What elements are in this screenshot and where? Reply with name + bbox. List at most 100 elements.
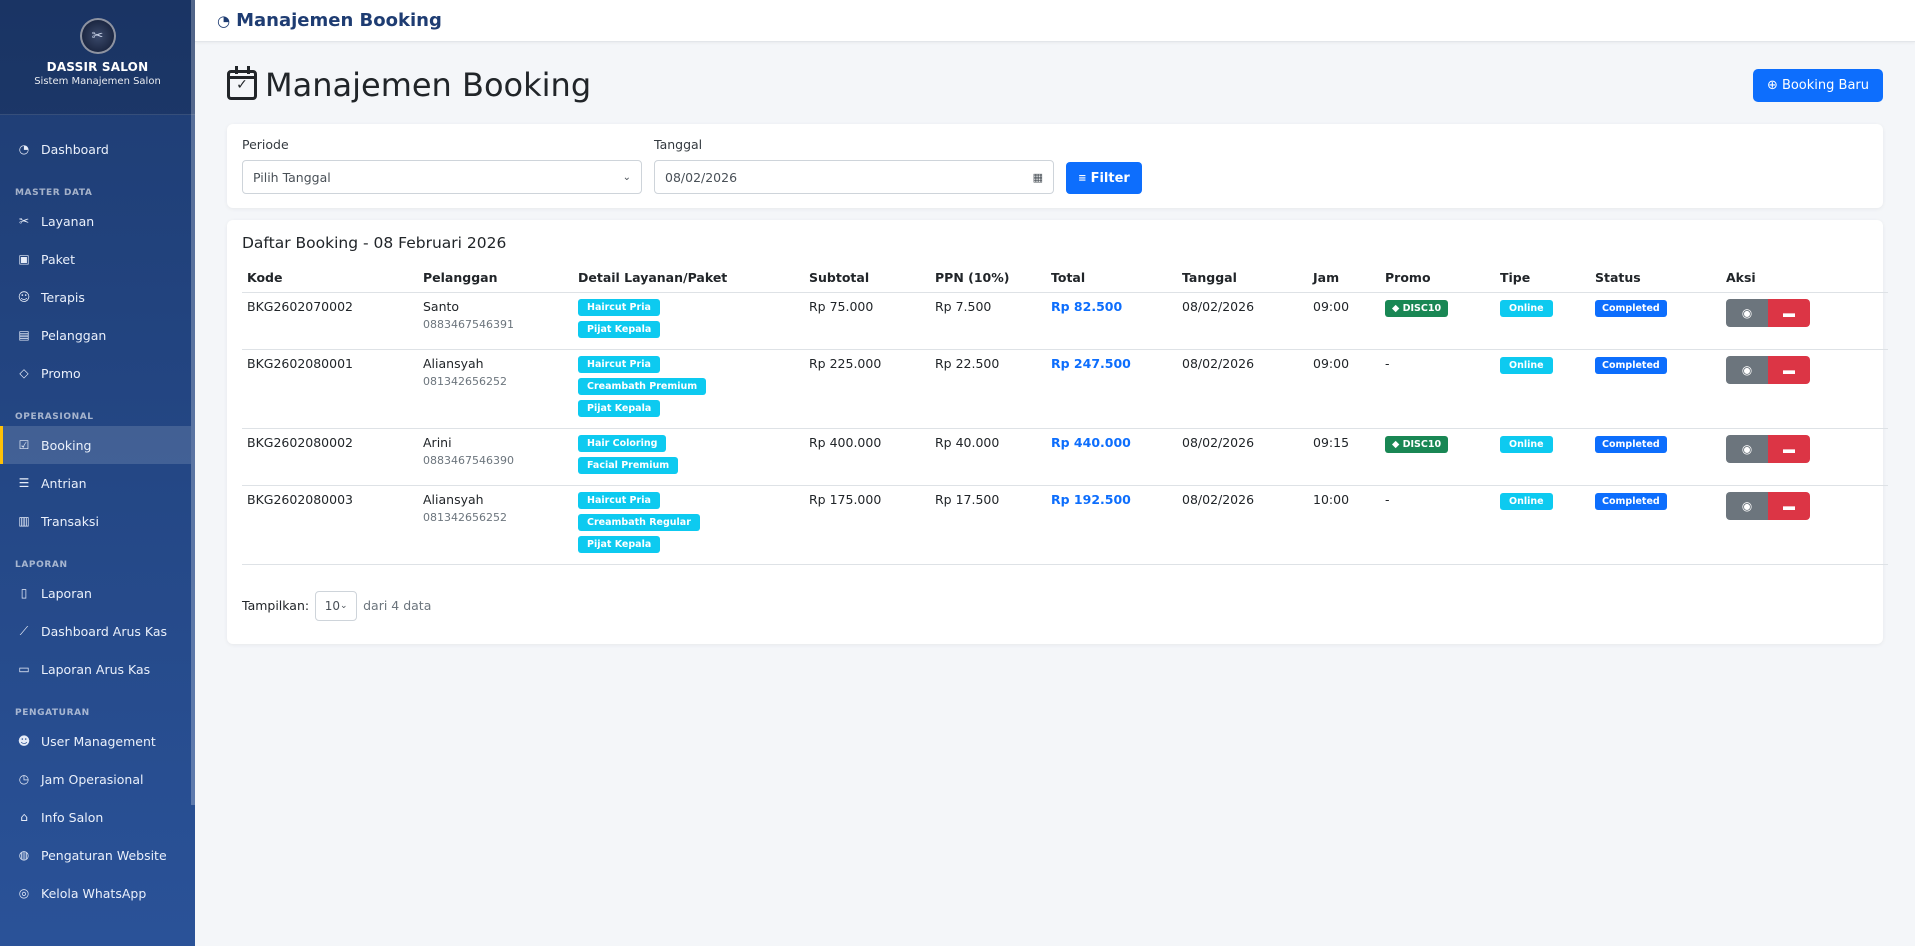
promo-badge: ◆ DISC10 (1385, 435, 1449, 453)
sidebar-item-laporan-arus-kas[interactable]: ▭ Laporan Arus Kas (0, 650, 191, 688)
sidebar-section-operasional: OPERASIONAL (15, 412, 94, 422)
pager-info: dari 4 data (363, 598, 432, 613)
sidebar-item-user-management[interactable]: ☻ User Management (0, 722, 191, 760)
tanggal-label: Tanggal (654, 137, 703, 152)
status-cell: Completed (1590, 291, 1721, 349)
calendar-icon[interactable]: ▦ (1033, 171, 1043, 184)
table-row: BKG2602080003 Aliansyah 081342656252 Haircu… (242, 484, 1888, 565)
service-chip: Pijat Kepala (578, 320, 661, 338)
booking-table: Kode Pelanggan Detail Layanan/Paket Subtota… (242, 270, 1888, 565)
sidebar-item-promo[interactable]: ◇ Promo (0, 354, 191, 392)
status-cell: Completed (1590, 484, 1721, 565)
main-content: ✓ Manajemen Booking ⊕ Booking Baru Perio… (195, 42, 1915, 946)
sidebar-item-label: Dashboard Arus Kas (41, 623, 168, 639)
tag-icon: ◇ (19, 366, 29, 380)
topbar-title: ◔ Manajemen Booking (217, 10, 442, 31)
sidebar-item-layanan[interactable]: ✂ Layanan (0, 202, 191, 240)
customer-name: Santo (423, 298, 460, 314)
column-header: Subtotal (809, 270, 870, 286)
customer-name: Aliansyah (423, 355, 484, 371)
gauge-icon: ◔ (217, 11, 231, 30)
service-detail-cell: Haircut Pria Pijat Kepala (573, 291, 804, 349)
promo-cell: ◆ DISC10 (1380, 291, 1495, 349)
service-chip: Haircut Pria (578, 298, 660, 316)
clock-icon: ◷ (18, 772, 30, 786)
actions-cell: ◉ ▬ (1721, 291, 1888, 349)
booking-time: 09:15 (1308, 427, 1380, 485)
ppn: Rp 7.500 (930, 291, 1046, 349)
sidebar-item-info-salon[interactable]: ⌂ Info Salon (0, 798, 191, 836)
view-button[interactable]: ◉ (1726, 434, 1768, 463)
topbar-title-text: Manajemen Booking (236, 10, 442, 31)
service-chip: Pijat Kepala (578, 535, 661, 553)
shop-icon: ⌂ (20, 810, 28, 824)
customer-cell: Aliansyah 081342656252 (418, 484, 573, 565)
view-button[interactable]: ◉ (1726, 298, 1768, 327)
type-badge: Online (1500, 299, 1553, 317)
sidebar-item-laporan[interactable]: ▯ Laporan (0, 574, 191, 612)
promo-code: DISC10 (1402, 302, 1442, 314)
tag-icon: ◆ (1392, 438, 1403, 450)
actions-cell: ◉ ▬ (1721, 427, 1888, 485)
table-body: BKG2602070002 Santo 0883467546391 Haircut P… (242, 291, 1888, 565)
tanggal-input[interactable]: 08/02/2026 ▦ (654, 160, 1054, 194)
page-header: ✓ Manajemen Booking ⊕ Booking Baru (227, 42, 1883, 124)
booking-code: BKG2602080003 (242, 484, 418, 565)
delete-button[interactable]: ▬ (1768, 491, 1810, 520)
column-header: Jam (1313, 270, 1340, 286)
people-icon: ☺ (17, 290, 31, 304)
sidebar-item-antrian[interactable]: ☰ Antrian (0, 464, 191, 502)
column-header: Total (1051, 270, 1086, 286)
trash-icon: ▬ (1783, 498, 1795, 513)
service-chips: Haircut Pria Creambath Premium Pijat Kepal… (578, 355, 799, 422)
sidebar-item-label: Promo (41, 365, 81, 381)
view-button[interactable]: ◉ (1726, 355, 1768, 384)
sidebar-item-paket[interactable]: ▣ Paket (0, 240, 191, 278)
sidebar-item-label: Laporan Arus Kas (41, 661, 151, 677)
delete-button[interactable]: ▬ (1768, 434, 1810, 463)
service-chip: Hair Coloring (578, 434, 667, 452)
row-actions: ◉ ▬ (1726, 298, 1883, 327)
sidebar-item-label: Pelanggan (41, 327, 107, 343)
sidebar-item-jam-operasional[interactable]: ◷ Jam Operasional (0, 760, 191, 798)
service-chip: Pijat Kepala (578, 399, 661, 417)
sidebar-item-kelola-whatsapp[interactable]: ◎ Kelola WhatsApp (0, 874, 191, 912)
delete-button[interactable]: ▬ (1768, 298, 1810, 327)
sidebar-item-dashboard[interactable]: ◔ Dashboard (0, 130, 191, 168)
type-cell: Online (1495, 427, 1590, 485)
column-header: Tanggal (1182, 270, 1237, 286)
filter-button-label: Filter (1090, 170, 1130, 186)
sidebar-item-transaksi[interactable]: ▥ Transaksi (0, 502, 191, 540)
filter-card: Periode Pilih Tanggal ⌄ Tanggal 08/02/20… (227, 124, 1883, 208)
type-badge: Online (1500, 435, 1553, 453)
promo-code: DISC10 (1402, 438, 1442, 450)
sidebar-item-pelanggan[interactable]: ▤ Pelanggan (0, 316, 191, 354)
sidebar-item-booking[interactable]: ☑ Booking (0, 426, 191, 464)
customer-name: Aliansyah (423, 491, 484, 507)
column-header: Aksi (1726, 270, 1756, 286)
globe-icon: ◍ (18, 848, 30, 862)
table-row: BKG2602080001 Aliansyah 081342656252 Haircu… (242, 348, 1888, 428)
customer-phone: 0883467546391 (423, 317, 514, 331)
page-title: ✓ Manajemen Booking (227, 66, 591, 104)
filter-icon: ≡ (1078, 172, 1087, 184)
per-page-select[interactable]: 10 ⌄ (315, 590, 358, 621)
sidebar-section-pengaturan: PENGATURAN (15, 708, 90, 718)
filter-button[interactable]: ≡ Filter (1066, 162, 1142, 194)
sidebar-item-terapis[interactable]: ☺ Terapis (0, 278, 191, 316)
trash-icon: ▬ (1783, 362, 1795, 377)
new-booking-button[interactable]: ⊕ Booking Baru (1753, 68, 1883, 102)
periode-label: Periode (242, 137, 289, 152)
list-icon: ☰ (18, 476, 30, 490)
booking-time: 09:00 (1308, 291, 1380, 349)
status-badge: Completed (1595, 492, 1667, 510)
sidebar-item-dashboard-arus-kas[interactable]: ⟋ Dashboard Arus Kas (0, 612, 191, 650)
pager-label: Tampilkan: (242, 598, 310, 613)
eye-icon: ◉ (1741, 362, 1753, 377)
periode-select[interactable]: Pilih Tanggal ⌄ (242, 160, 642, 194)
delete-button[interactable]: ▬ (1768, 355, 1810, 384)
sidebar-item-pengaturan-website[interactable]: ◍ Pengaturan Website (0, 836, 191, 874)
view-button[interactable]: ◉ (1726, 491, 1768, 520)
document-icon: ▯ (20, 586, 28, 600)
whatsapp-icon: ◎ (18, 886, 30, 900)
